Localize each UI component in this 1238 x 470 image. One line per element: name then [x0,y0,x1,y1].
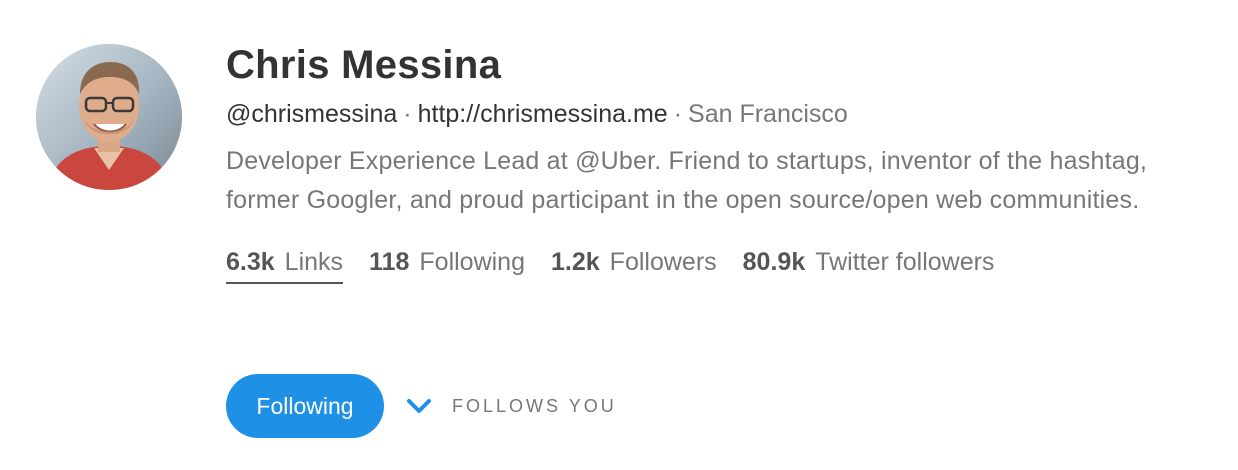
stat-label: Following [419,248,525,276]
stat-links[interactable]: 6.3k Links [226,244,344,284]
profile-actions: Following FOLLOWS YOU [226,374,617,438]
avatar[interactable] [36,44,182,190]
meta-separator: · [673,100,683,128]
stat-followers[interactable]: 1.2k Followers [551,244,717,282]
stat-twitter-followers[interactable]: 80.9k Twitter followers [743,244,995,282]
stat-count: 6.3k [226,248,275,276]
chevron-down-icon[interactable] [406,393,432,419]
stat-label: Links [284,248,344,276]
stat-count: 118 [369,248,410,276]
profile-meta: @chrismessina · http://chrismessina.me · San… [226,96,1206,132]
avatar-photo [36,44,182,190]
profile-info: Chris Messina @chrismessina · http://chris… [226,38,1206,284]
profile-website-link[interactable]: http://chrismessina.me [418,100,668,128]
profile-location: San Francisco [688,100,848,128]
following-button[interactable]: Following [226,374,384,438]
meta-separator: · [403,100,412,128]
stat-following[interactable]: 118 Following [369,244,525,282]
profile-stats: 6.3k Links 118 Following 1.2k Followers 80.… [226,244,1206,284]
stat-count: 80.9k [742,248,806,276]
profile-handle[interactable]: @chrismessina [226,100,397,128]
follows-you-label: FOLLOWS YOU [452,395,617,416]
stat-label: Twitter followers [815,248,995,276]
profile-name: Chris Messina [226,43,502,87]
stat-count: 1.2k [551,248,600,276]
profile-bio: Developer Experience Lead at @Uber. Frie… [226,147,1148,214]
stat-label: Followers [609,248,717,276]
